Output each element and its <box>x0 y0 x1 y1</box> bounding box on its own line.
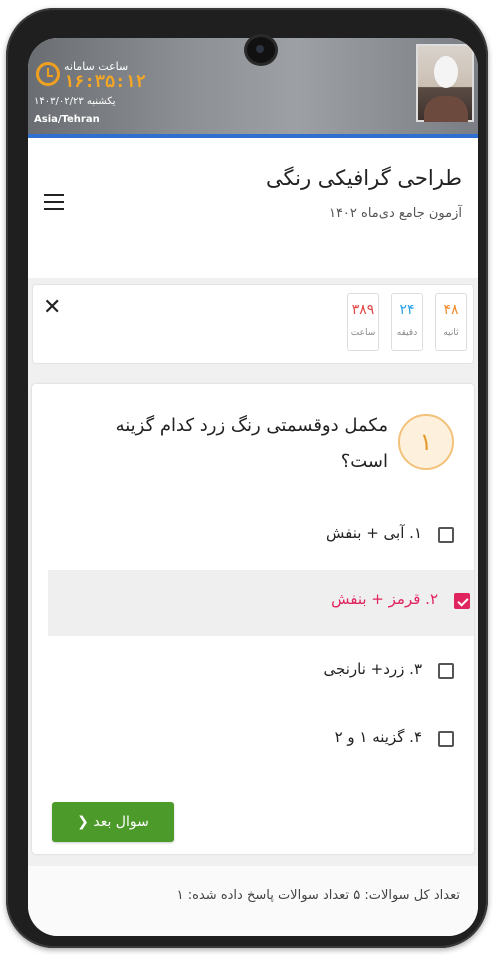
next-question-button[interactable]: سوال بعد ❮ <box>52 802 174 842</box>
option-label: ۲. قرمز + بنفش <box>331 590 438 608</box>
timer-hours-label: ساعت <box>350 328 376 338</box>
exam-header: طراحی گرافیکی رنگی آزمون جامع دی‌ماه ۱۴۰… <box>28 138 478 278</box>
system-date: یکشنبه ۱۴۰۳/۰۲/۲۳ <box>34 96 116 107</box>
question-number-badge: ۱ <box>398 414 454 470</box>
front-camera <box>244 34 278 66</box>
timer-hours-value: ۳۸۹ <box>351 302 375 318</box>
option-4[interactable]: ۴. گزینه ۱ و ۲ <box>32 708 474 774</box>
system-time: ۱۶:۳۵:۱۲ <box>64 72 146 92</box>
answer-summary-footer: تعداد کل سوالات: ۵ تعداد سوالات پاسخ داد… <box>28 866 478 936</box>
avatar-body <box>424 96 468 122</box>
checkbox-icon[interactable] <box>438 527 454 543</box>
clock-icon <box>36 62 60 86</box>
option-label: ۳. زرد+ نارنجی <box>323 660 422 678</box>
countdown-timer: ✕ ۳۸۹ ساعت ۲۴ دقیقه ۴۸ ثانیه <box>32 284 474 364</box>
checkbox-icon[interactable] <box>438 663 454 679</box>
timer-hours: ۳۸۹ ساعت <box>347 293 379 351</box>
checkbox-checked-icon[interactable] <box>454 593 470 609</box>
option-label: ۱. آبی + بنفش <box>326 524 422 542</box>
timer-seconds: ۴۸ ثانیه <box>435 293 467 351</box>
phone-frame: ساعت سامانه ۱۶:۳۵:۱۲ یکشنبه ۱۴۰۳/۰۲/۲۳ A… <box>6 8 488 948</box>
question-text: مکمل دوقسمتی رنگ زرد کدام گزینه است؟ <box>115 415 388 472</box>
checkbox-icon[interactable] <box>438 731 454 747</box>
timer-minutes-value: ۲۴ <box>399 302 415 318</box>
timezone: Asia/Tehran <box>34 114 100 125</box>
timer-minutes: ۲۴ دقیقه <box>391 293 423 351</box>
close-icon[interactable]: ✕ <box>43 297 61 319</box>
timer-seconds-label: ثانیه <box>443 328 459 338</box>
avatar-face <box>434 56 458 88</box>
page-title: طراحی گرافیکی رنگی <box>266 166 462 190</box>
timer-minutes-label: دقیقه <box>396 328 418 338</box>
option-label: ۴. گزینه ۱ و ۲ <box>334 728 422 746</box>
option-2[interactable]: ۲. قرمز + بنفش <box>48 570 474 636</box>
option-3[interactable]: ۳. زرد+ نارنجی <box>32 640 474 706</box>
option-1[interactable]: ۱. آبی + بنفش <box>32 504 474 570</box>
avatar[interactable] <box>416 44 474 122</box>
page-subtitle: آزمون جامع دی‌ماه ۱۴۰۲ <box>328 206 462 221</box>
answer-summary: تعداد کل سوالات: ۵ تعداد سوالات پاسخ داد… <box>176 888 460 903</box>
timer-seconds-value: ۴۸ <box>443 302 459 318</box>
hamburger-menu-icon[interactable] <box>44 194 64 210</box>
question-card: ۱ مکمل دوقسمتی رنگ زرد کدام گزینه است؟ ۱… <box>32 384 474 854</box>
screen: ساعت سامانه ۱۶:۳۵:۱۲ یکشنبه ۱۴۰۳/۰۲/۲۳ A… <box>28 38 478 936</box>
